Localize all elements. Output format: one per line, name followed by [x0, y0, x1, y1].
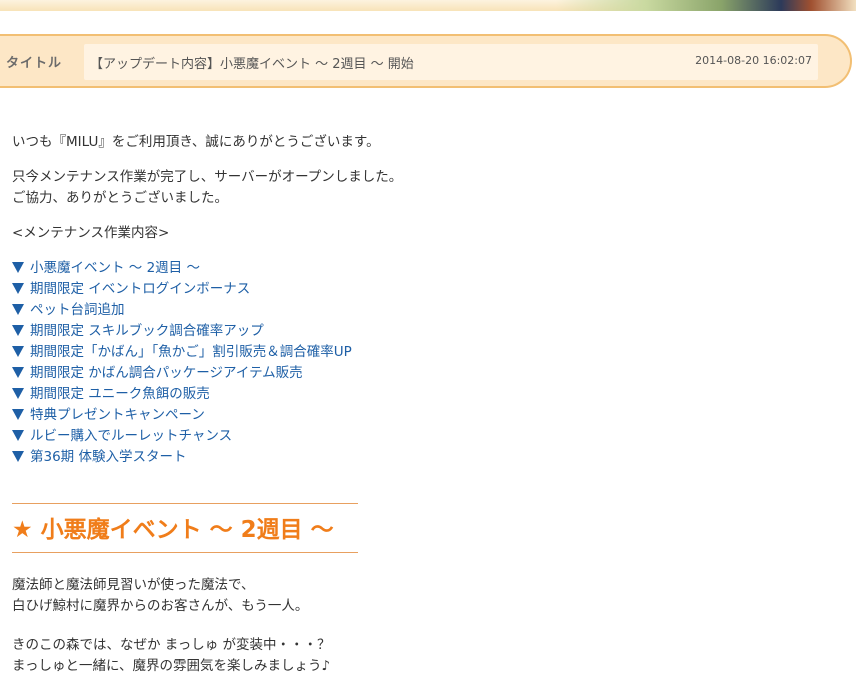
menu-link[interactable]: 期間限定「かばん」「魚かご」割引販売＆調合確率UP: [12, 342, 842, 363]
menu-link[interactable]: 小悪魔イベント ～ 2週目 ～: [12, 258, 842, 279]
menu-link[interactable]: 第36期 体験入学スタート: [12, 447, 842, 468]
title-label: タイトル: [6, 56, 63, 71]
greeting: いつも『MILU』をご利用頂き、誠にありがとうございます。: [12, 134, 380, 150]
maintenance-list: 小悪魔イベント ～ 2週目 ～ 期間限定 イベントログインボーナス ペット台詞追…: [12, 258, 842, 468]
post-title: 【アップデート内容】小悪魔イベント ～ 2週目 ～ 開始: [90, 57, 414, 72]
section-heading: ★ 小悪魔イベント ～ 2週目 ～: [12, 503, 358, 553]
menu-link[interactable]: ペット台詞追加: [12, 300, 842, 321]
menu-link[interactable]: ルビー購入でルーレットチャンス: [12, 426, 842, 447]
triangle-down-icon: [12, 304, 24, 315]
notice: 只今メンテナンス作業が完了し、サーバーがオープンしました。 ご協力、ありがとうご…: [12, 167, 842, 209]
banner-image: [556, 0, 856, 11]
triangle-down-icon: [12, 283, 24, 294]
section-paragraph: きのこの森では、なぜか まっしゅ が変装中・・・？ まっしゅと一緒に、魔界の雰囲…: [12, 637, 331, 674]
triangle-down-icon: [12, 451, 24, 462]
triangle-down-icon: [12, 388, 24, 399]
triangle-down-icon: [12, 367, 24, 378]
post-date: 2014-08-20 16:02:07: [695, 54, 812, 67]
menu-link[interactable]: 期間限定 かばん調合パッケージアイテム販売: [12, 363, 842, 384]
menu-link[interactable]: 期間限定 スキルブック調合確率アップ: [12, 321, 842, 342]
star-icon: ★: [12, 517, 33, 543]
top-banner: [0, 0, 856, 11]
menu-link[interactable]: 期間限定 ユニーク魚餌の販売: [12, 384, 842, 405]
title-bar: タイトル 【アップデート内容】小悪魔イベント ～ 2週目 ～ 開始 2014-0…: [0, 34, 852, 88]
title-field: 【アップデート内容】小悪魔イベント ～ 2週目 ～ 開始 2014-08-20 …: [84, 44, 818, 80]
post-body: いつも『MILU』をご利用頂き、誠にありがとうございます。 只今メンテナンス作業…: [12, 132, 842, 468]
notice-line: 只今メンテナンス作業が完了し、サーバーがオープンしました。: [12, 169, 403, 185]
menu-link[interactable]: 特典プレゼントキャンペーン: [12, 405, 842, 426]
triangle-down-icon: [12, 325, 24, 336]
triangle-down-icon: [12, 430, 24, 441]
notice-line: ご協力、ありがとうございました。: [12, 190, 228, 206]
triangle-down-icon: [12, 409, 24, 420]
menu-link[interactable]: 期間限定 イベントログインボーナス: [12, 279, 842, 300]
maintenance-heading: <メンテナンス作業内容>: [12, 225, 170, 241]
triangle-down-icon: [12, 346, 24, 357]
triangle-down-icon: [12, 262, 24, 273]
section-paragraph: 魔法師と魔法師見習いが使った魔法で、 白ひげ鯨村に魔界からのお客さんが、もう一人…: [12, 577, 309, 614]
